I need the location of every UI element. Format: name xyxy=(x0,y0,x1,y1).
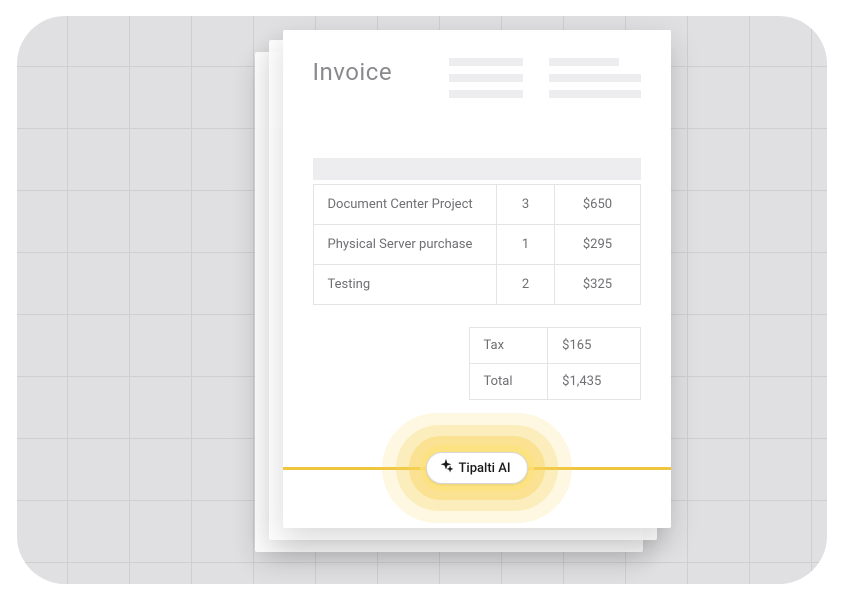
item-desc: Document Center Project xyxy=(313,185,496,225)
sparkle-icon xyxy=(438,459,452,477)
table-row: Physical Server purchase 1 $295 xyxy=(313,225,640,265)
table-row: Document Center Project 3 $650 xyxy=(313,185,640,225)
header-block-left xyxy=(449,58,523,98)
item-qty: 1 xyxy=(496,225,555,265)
item-price: $295 xyxy=(555,225,640,265)
total-value: $1,435 xyxy=(548,364,640,400)
item-qty: 2 xyxy=(496,265,555,305)
item-desc: Testing xyxy=(313,265,496,305)
item-price: $650 xyxy=(555,185,640,225)
item-qty: 3 xyxy=(496,185,555,225)
summary-row-total: Total $1,435 xyxy=(469,364,640,400)
table-header-bar xyxy=(313,158,641,180)
tax-value: $165 xyxy=(548,328,640,364)
header-placeholder-blocks xyxy=(449,58,641,98)
item-desc: Physical Server purchase xyxy=(313,225,496,265)
summary-row-tax: Tax $165 xyxy=(469,328,640,364)
line-items-table: Document Center Project 3 $650 Physical … xyxy=(313,184,641,305)
header-block-right xyxy=(549,58,641,98)
item-price: $325 xyxy=(555,265,640,305)
tipalti-ai-button[interactable]: Tipalti AI xyxy=(425,452,527,484)
ai-pill-label: Tipalti AI xyxy=(458,461,510,476)
total-label: Total xyxy=(469,364,548,400)
paper-front: Invoice Document Center Project 3 $650 xyxy=(283,30,671,528)
invoice-card: Invoice Document Center Project 3 $650 xyxy=(17,16,827,584)
document-stack: Invoice Document Center Project 3 $650 xyxy=(265,30,665,560)
table-row: Testing 2 $325 xyxy=(313,265,640,305)
summary-table: Tax $165 Total $1,435 xyxy=(469,327,641,400)
tax-label: Tax xyxy=(469,328,548,364)
